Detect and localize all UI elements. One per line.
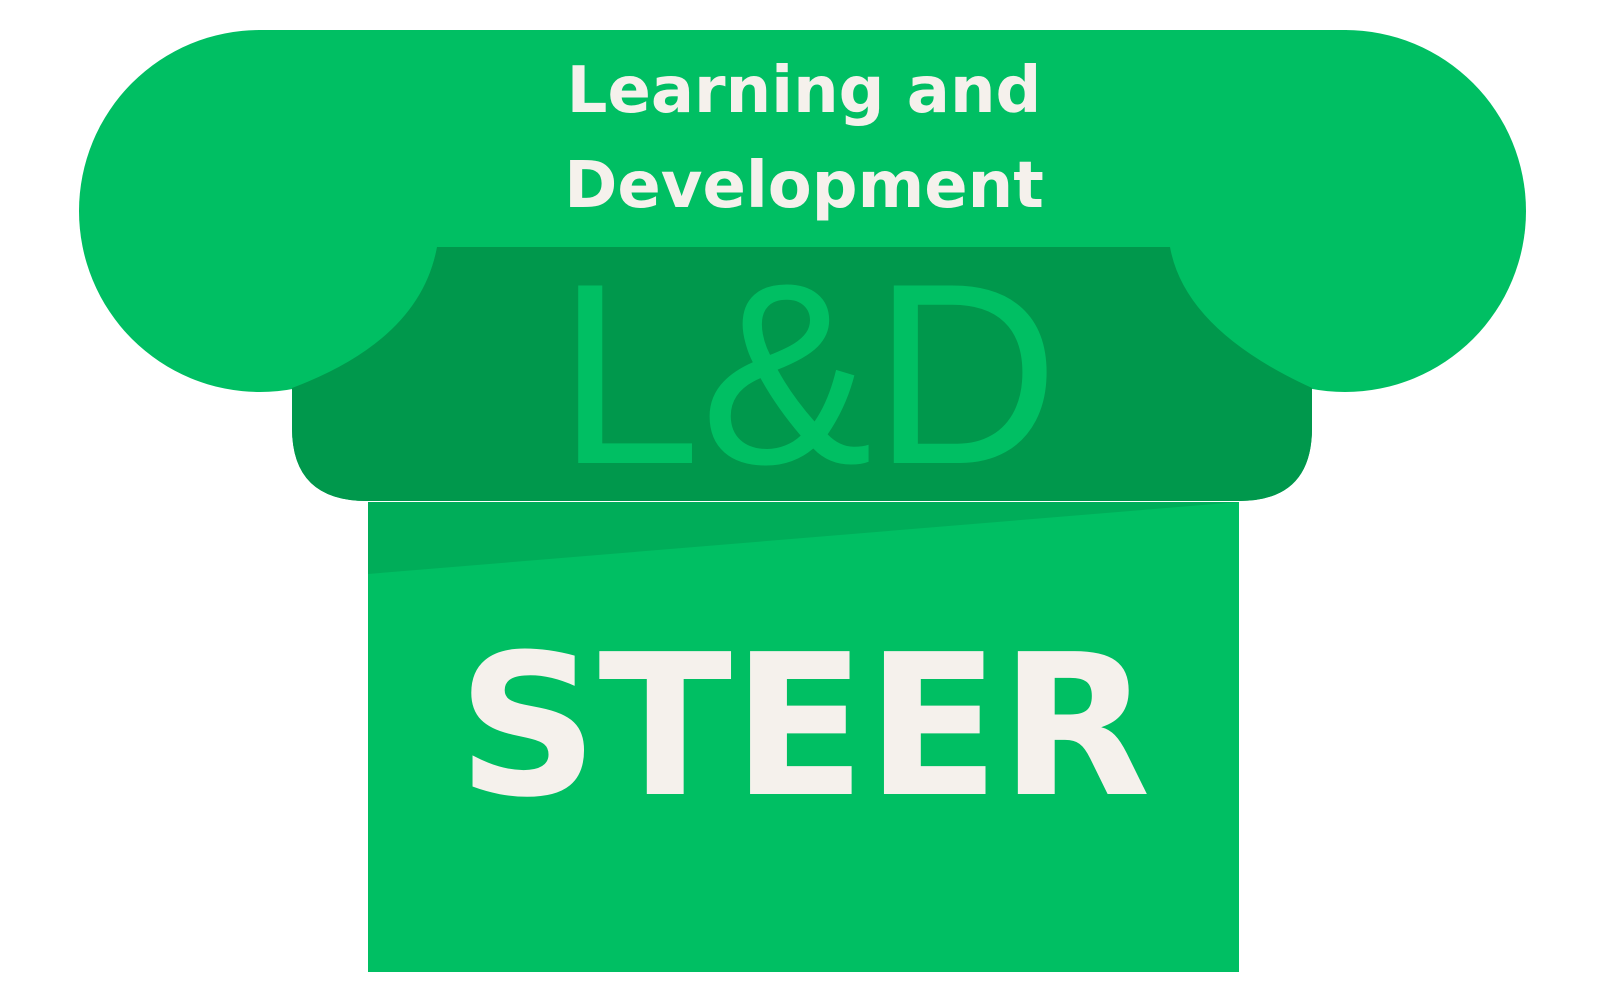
wordmark-text: STEER — [457, 613, 1151, 841]
tagline-line-2: Development — [564, 149, 1044, 223]
tagline-line-1: Learning and — [567, 54, 1042, 128]
monogram-text: L&D — [557, 229, 1059, 518]
logo-canvas: Learning and Development L&D STEER — [0, 0, 1600, 1000]
ld-steer-logo: Learning and Development L&D STEER — [79, 30, 1526, 972]
